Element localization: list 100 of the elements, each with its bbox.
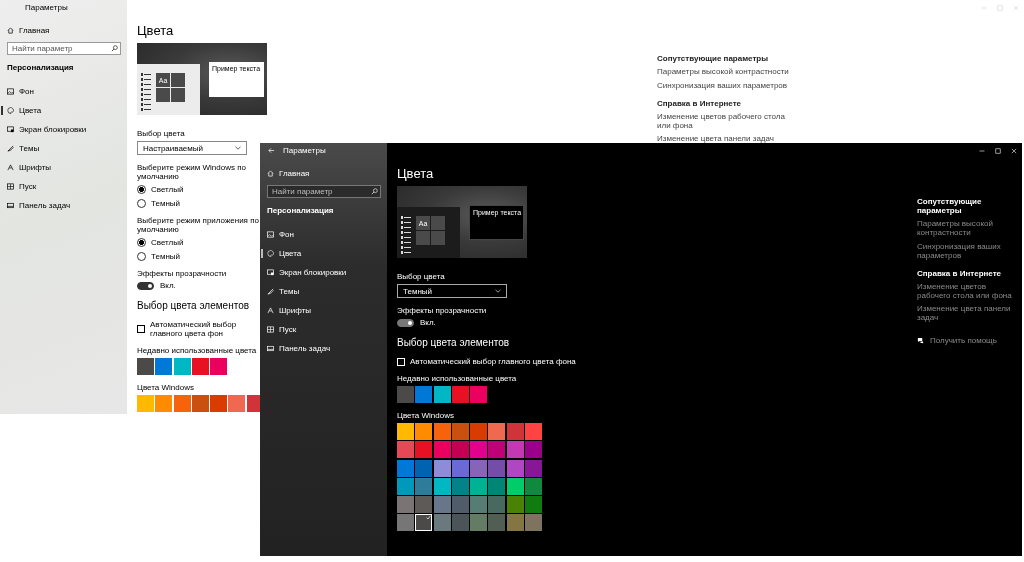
color-swatch[interactable]	[173, 358, 191, 375]
color-swatch[interactable]	[433, 514, 451, 532]
color-swatch[interactable]	[488, 423, 506, 440]
color-swatch[interactable]	[433, 477, 451, 495]
help-link[interactable]: Изменение цвета панели задач	[657, 134, 774, 143]
color-swatch[interactable]	[397, 459, 414, 477]
related-link[interactable]: Параметры высокой контрастности	[657, 67, 789, 76]
help-link[interactable]: Изменение цветов рабочего стола или фона	[657, 112, 792, 130]
color-swatch[interactable]	[246, 395, 260, 412]
nav-item[interactable]: Цвета	[0, 101, 127, 120]
color-swatch[interactable]	[433, 441, 451, 459]
nav-item[interactable]: Темы	[0, 139, 127, 158]
color-swatch[interactable]	[210, 395, 227, 412]
color-swatch[interactable]	[488, 477, 506, 495]
color-swatch[interactable]	[524, 423, 542, 440]
radio-button[interactable]	[137, 199, 146, 208]
color-swatch[interactable]	[451, 496, 469, 513]
radio-button[interactable]	[137, 185, 146, 194]
color-swatch[interactable]	[506, 496, 524, 513]
color-swatch[interactable]	[415, 386, 433, 403]
related-link[interactable]: Синхронизация ваших параметров	[657, 81, 788, 90]
color-swatch[interactable]	[506, 441, 524, 459]
color-swatch[interactable]	[191, 395, 209, 412]
color-swatch[interactable]	[470, 496, 487, 513]
color-swatch[interactable]	[397, 477, 414, 495]
color-swatch[interactable]	[210, 358, 227, 375]
color-dropdown[interactable]: Настраиваемый	[137, 141, 247, 155]
color-swatch[interactable]	[397, 514, 414, 532]
color-swatch[interactable]	[506, 477, 524, 495]
color-swatch[interactable]	[524, 477, 542, 495]
color-swatch[interactable]	[397, 386, 414, 403]
radio-button[interactable]	[137, 252, 146, 261]
help-link[interactable]: Изменение цвета панели задач	[917, 304, 1017, 322]
color-swatch[interactable]	[397, 423, 414, 440]
color-swatch[interactable]	[137, 358, 154, 375]
search-field[interactable]: Найти параметр	[7, 42, 121, 55]
color-swatch[interactable]	[173, 395, 191, 412]
color-swatch[interactable]	[470, 386, 487, 403]
related-link[interactable]: Синхронизация ваших параметров	[917, 242, 1017, 260]
nav-item[interactable]: Панель задач	[0, 196, 127, 215]
nav-item[interactable]: Экран блокировки	[0, 120, 127, 139]
nav-item[interactable]: Фон	[0, 82, 127, 101]
nav-item[interactable]: Шрифты	[0, 158, 127, 177]
color-swatch[interactable]	[470, 423, 487, 440]
color-swatch[interactable]	[506, 514, 524, 532]
color-swatch[interactable]	[415, 496, 433, 513]
nav-item[interactable]: Цвета	[260, 244, 387, 263]
color-swatch[interactable]	[470, 441, 487, 459]
color-swatch[interactable]	[397, 496, 414, 513]
home-link[interactable]: Главная	[0, 22, 127, 38]
color-swatch[interactable]	[433, 423, 451, 440]
color-swatch[interactable]	[415, 441, 433, 459]
color-swatch[interactable]	[488, 496, 506, 513]
color-swatch[interactable]	[524, 441, 542, 459]
color-swatch[interactable]	[451, 386, 469, 403]
color-swatch[interactable]	[155, 395, 173, 412]
color-swatch[interactable]	[415, 514, 433, 532]
color-swatch[interactable]	[137, 395, 154, 412]
color-swatch[interactable]	[228, 395, 246, 412]
color-swatch[interactable]	[488, 459, 506, 477]
nav-item[interactable]: Фон	[260, 225, 387, 244]
color-swatch[interactable]	[451, 459, 469, 477]
color-swatch[interactable]	[488, 441, 506, 459]
related-link[interactable]: Параметры высокой контрастности	[917, 219, 1017, 237]
nav-item[interactable]: Пуск	[260, 320, 387, 339]
back-icon[interactable]	[268, 147, 275, 154]
toggle-switch[interactable]	[137, 281, 154, 290]
nav-item[interactable]: Пуск	[0, 177, 127, 196]
color-swatch[interactable]	[470, 459, 487, 477]
color-swatch[interactable]	[488, 514, 506, 532]
color-swatch[interactable]	[433, 386, 451, 403]
color-swatch[interactable]	[451, 423, 469, 440]
color-swatch[interactable]	[415, 423, 433, 440]
color-swatch[interactable]	[433, 459, 451, 477]
color-swatch[interactable]	[415, 477, 433, 495]
radio-button[interactable]	[137, 238, 146, 247]
color-swatch[interactable]	[470, 514, 487, 532]
color-swatch[interactable]	[415, 459, 433, 477]
minimize-icon[interactable]	[979, 147, 985, 154]
nav-item[interactable]: Панель задач	[260, 339, 387, 358]
nav-item[interactable]: Экран блокировки	[260, 263, 387, 282]
checkbox[interactable]	[137, 325, 145, 333]
help-link[interactable]: Изменение цветов рабочего стола или фона	[917, 282, 1017, 300]
color-swatch[interactable]	[155, 358, 173, 375]
color-swatch[interactable]	[451, 441, 469, 459]
color-swatch[interactable]	[397, 441, 414, 459]
color-swatch[interactable]	[191, 358, 209, 375]
color-swatch[interactable]	[451, 514, 469, 532]
nav-item[interactable]: Шрифты	[260, 301, 387, 320]
color-swatch[interactable]	[451, 477, 469, 495]
get-help-link[interactable]: Получить помощь	[917, 336, 997, 345]
nav-item[interactable]: Темы	[260, 282, 387, 301]
color-swatch[interactable]	[524, 496, 542, 513]
color-swatch[interactable]	[524, 514, 542, 532]
color-swatch[interactable]	[470, 477, 487, 495]
color-swatch[interactable]	[506, 423, 524, 440]
color-dropdown[interactable]: Темный	[397, 284, 507, 298]
search-field[interactable]: Найти параметр	[267, 185, 381, 198]
color-swatch[interactable]	[433, 496, 451, 513]
toggle-switch[interactable]	[397, 318, 414, 327]
